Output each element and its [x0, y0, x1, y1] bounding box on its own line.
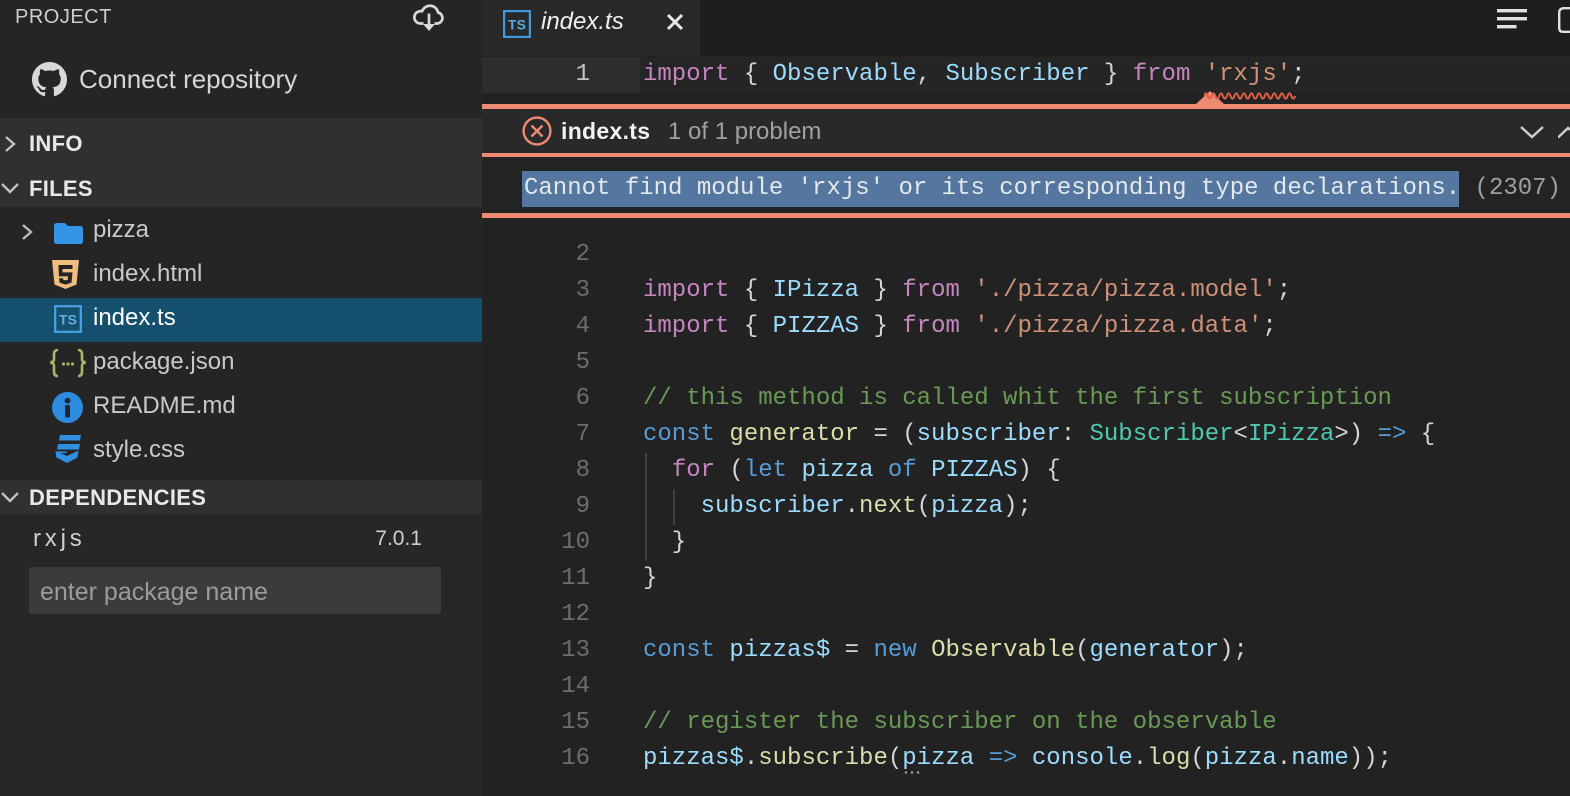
svg-text:TS: TS	[59, 312, 77, 328]
svg-text:TS: TS	[508, 17, 526, 33]
